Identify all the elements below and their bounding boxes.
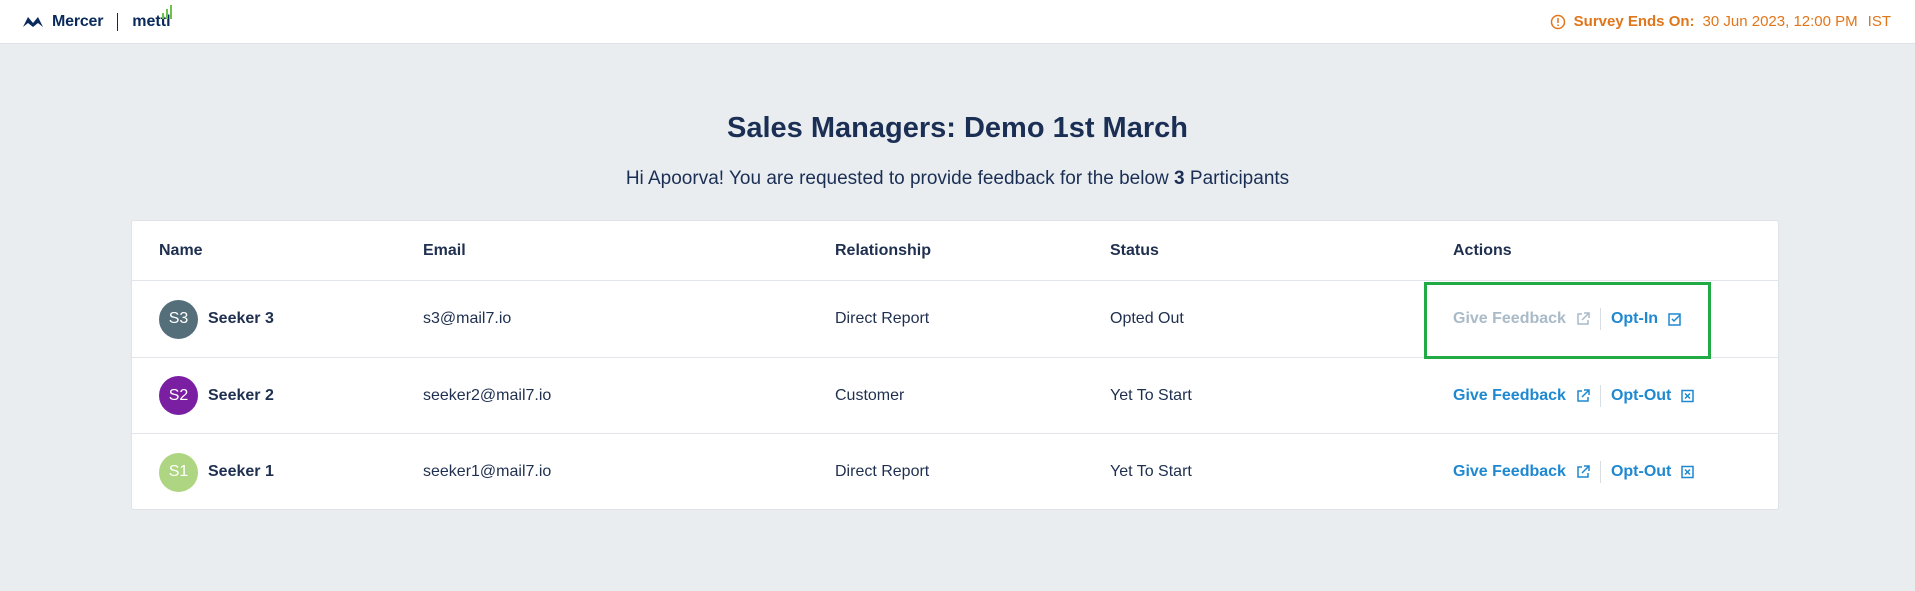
survey-end-label: Survey Ends On:: [1573, 13, 1695, 30]
opt-out-button[interactable]: Opt-Out: [1611, 387, 1695, 405]
survey-timezone: IST: [1867, 13, 1891, 30]
external-link-icon: [1576, 465, 1590, 479]
survey-end-notice: Survey Ends On: 30 Jun 2023, 12:00 PM IS…: [1550, 13, 1891, 30]
participant-name-cell: S3 Seeker 3: [159, 299, 274, 339]
participant-status: Opted Out: [1110, 310, 1184, 327]
participant-relationship: Direct Report: [835, 463, 930, 480]
avatar: S3: [159, 299, 198, 339]
give-feedback-label: Give Feedback: [1453, 463, 1566, 480]
page-title: Sales Managers: Demo 1st March: [727, 112, 1188, 144]
mercer-logo-icon: [23, 16, 43, 27]
header-email: Email: [423, 241, 466, 259]
highlight-box: [1424, 282, 1711, 359]
participant-name-cell: S1 Seeker 1: [159, 452, 274, 492]
give-feedback-button[interactable]: Give Feedback: [1453, 387, 1590, 405]
action-divider: [1599, 384, 1601, 407]
participant-email: seeker1@mail7.io: [423, 463, 552, 480]
participant-status: Yet To Start: [1110, 463, 1192, 480]
actions-cell: Give Feedback Opt-Out: [1453, 461, 1695, 483]
participant-count: 3: [1174, 168, 1185, 189]
table-header-row: Name Email Relationship Status Actions: [132, 221, 1778, 281]
subtitle-prefix: Hi Apoorva! You are requested to provide…: [625, 168, 1169, 189]
x-square-icon: [1681, 389, 1695, 403]
participant-relationship: Customer: [835, 386, 905, 404]
header-status: Status: [1110, 241, 1159, 259]
mercer-brand-text: Mercer: [52, 12, 104, 30]
participant-name: Seeker 1: [208, 463, 274, 480]
table-row: S1 Seeker 1 seeker1@mail7.io Direct Repo…: [132, 434, 1778, 510]
brand-logo: Mercer mettl: [22, 4, 172, 31]
header-actions: Actions: [1453, 241, 1512, 259]
x-square-icon: [1681, 465, 1695, 479]
mettl-bars-icon: [161, 4, 172, 19]
opt-out-label: Opt-Out: [1610, 463, 1672, 480]
participant-status: Yet To Start: [1110, 386, 1192, 404]
participant-relationship: Direct Report: [835, 310, 930, 327]
table-row: S2 Seeker 2 seeker2@mail7.io Customer Ye…: [132, 358, 1778, 434]
actions-cell: Give Feedback Opt-Out: [1453, 384, 1695, 407]
participant-name: Seeker 2: [208, 386, 274, 404]
external-link-icon: [1576, 388, 1590, 403]
mettl-brand-text: mettl: [132, 4, 172, 31]
header-relationship: Relationship: [835, 241, 932, 259]
participant-email: s3@mail7.io: [423, 310, 512, 327]
survey-end-date: 30 Jun 2023, 12:00 PM: [1702, 13, 1858, 30]
alert-circle-icon: [1550, 14, 1565, 29]
participant-name-cell: S2 Seeker 2: [159, 376, 274, 415]
opt-out-label: Opt-Out: [1610, 386, 1672, 404]
action-divider: [1599, 461, 1601, 483]
participant-email: seeker2@mail7.io: [423, 386, 552, 404]
avatar: S1: [159, 452, 198, 492]
give-feedback-label: Give Feedback: [1453, 386, 1566, 404]
top-bar: Mercer mettl Survey Ends On: 30 Jun 2023…: [0, 0, 1915, 44]
header-name: Name: [159, 241, 203, 259]
participants-table: Name Email Relationship Status Actions S…: [131, 220, 1779, 510]
opt-out-button[interactable]: Opt-Out: [1611, 463, 1695, 481]
avatar: S2: [159, 376, 198, 415]
participant-name: Seeker 3: [208, 310, 274, 327]
page-subtitle: Hi Apoorva! You are requested to provide…: [0, 168, 1915, 190]
give-feedback-button[interactable]: Give Feedback: [1453, 463, 1590, 481]
brand-divider: [117, 12, 119, 31]
subtitle-suffix: Participants: [1189, 168, 1290, 189]
